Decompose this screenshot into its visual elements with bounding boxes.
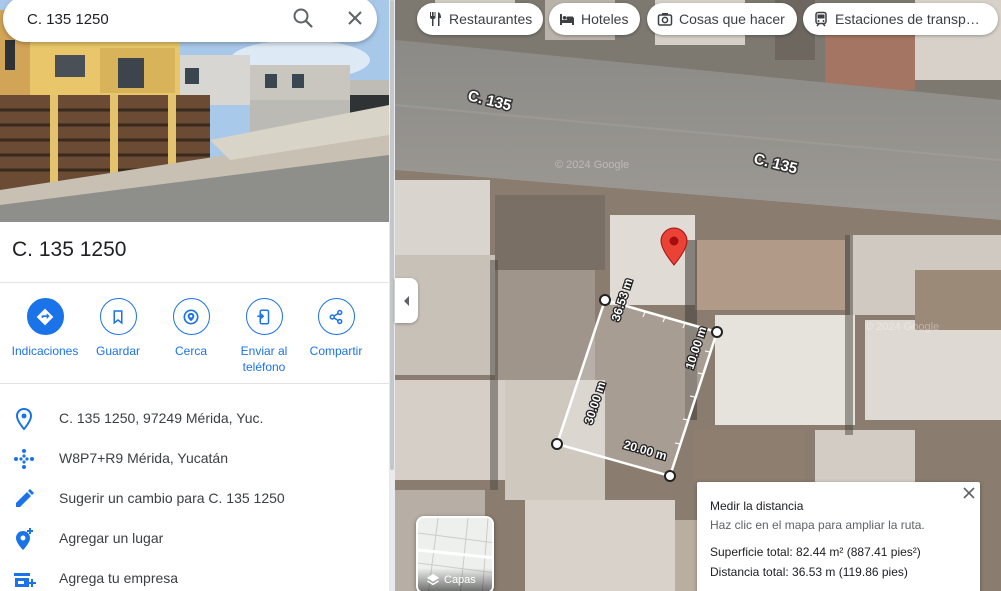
measure-distance-card: Medir la distancia Haz clic en el mapa p… (697, 482, 980, 591)
add-business-text: Agrega tu empresa (59, 570, 179, 586)
divider (0, 383, 389, 384)
add-place-text: Agregar un lugar (59, 530, 164, 546)
share-button[interactable]: Compartir (296, 298, 376, 359)
chip-label: Cosas que hacer (679, 11, 785, 27)
chip-label: Estaciones de transp… (835, 11, 980, 27)
address-text: C. 135 1250, 97249 Mérida, Yuc. (59, 410, 264, 426)
plus-code-text: W8P7+R9 Mérida, Yucatán (59, 450, 229, 466)
chevron-left-icon (403, 295, 409, 306)
measure-vertex[interactable] (551, 438, 563, 450)
search-box (3, 0, 377, 42)
measure-hint: Haz clic en el mapa para ampliar la ruta… (710, 518, 925, 532)
fork-knife-icon (430, 12, 441, 26)
maps-app: C. 135 1250 Indicaciones Guardar Cerca (0, 0, 1001, 591)
chip-label: Hoteles (581, 11, 629, 27)
save-label: Guardar (95, 344, 141, 358)
place-title: C. 135 1250 (12, 238, 127, 261)
measure-distance: Distancia total: 36.53 m (119.86 pies) (710, 565, 908, 579)
layers-label-bar: Capas (418, 568, 492, 591)
bed-icon (560, 14, 574, 25)
measure-vertex[interactable] (711, 326, 723, 338)
address-row[interactable]: C. 135 1250, 97249 Mérida, Yuc. (0, 399, 389, 439)
camera-icon (657, 13, 673, 26)
nearby-icon (172, 298, 210, 335)
chip-restaurants[interactable]: Restaurantes (417, 3, 543, 35)
location-pin-icon (15, 407, 33, 431)
measure-vertex[interactable] (664, 470, 676, 482)
chip-things-to-do[interactable]: Cosas que hacer (647, 3, 797, 35)
measure-title: Medir la distancia (710, 499, 804, 513)
add-place-icon (16, 528, 33, 550)
save-button[interactable]: Guardar (78, 298, 158, 359)
share-label: Compartir (309, 344, 363, 358)
transit-icon (815, 11, 827, 27)
send-to-phone-button[interactable]: Enviar al teléfono (224, 298, 304, 375)
close-icon[interactable] (343, 6, 367, 30)
add-business-row[interactable]: Agrega tu empresa (0, 559, 389, 591)
measure-vertex[interactable] (599, 294, 611, 306)
directions-icon (26, 298, 64, 335)
plus-code-row[interactable]: W8P7+R9 Mérida, Yucatán (0, 439, 389, 479)
layers-icon (426, 573, 440, 586)
chip-hotels[interactable]: Hoteles (549, 3, 640, 35)
pencil-icon (16, 489, 34, 507)
watermark: © 2024 Google (865, 321, 939, 333)
watermark: © 2024 Google (555, 159, 629, 171)
close-icon[interactable] (961, 485, 977, 501)
chip-label: Restaurantes (449, 11, 533, 27)
bookmark-icon (99, 298, 137, 335)
directions-button[interactable]: Indicaciones (5, 298, 85, 359)
add-business-icon (14, 573, 36, 587)
search-input[interactable] (27, 8, 277, 30)
search-icon[interactable] (291, 6, 315, 30)
layers-button[interactable]: Capas (416, 516, 494, 591)
send-to-phone-label: Enviar al teléfono (240, 344, 288, 374)
chip-transit-stations[interactable]: Estaciones de transp… (803, 3, 998, 35)
scrollbar-thumb[interactable] (390, 0, 394, 470)
nearby-button[interactable]: Cerca (151, 298, 231, 359)
collapse-panel-button[interactable] (395, 278, 418, 323)
plus-code-icon (14, 449, 34, 469)
divider (0, 282, 389, 283)
suggest-edit-row[interactable]: Sugerir un cambio para C. 135 1250 (0, 479, 389, 519)
place-panel: C. 135 1250 Indicaciones Guardar Cerca (0, 0, 389, 591)
directions-label: Indicaciones (11, 344, 79, 358)
share-icon (317, 298, 355, 335)
layers-label: Capas (444, 574, 476, 586)
add-place-row[interactable]: Agregar un lugar (0, 519, 389, 559)
measure-area: Superficie total: 82.44 m² (887.41 pies²… (710, 545, 921, 559)
nearby-label: Cerca (174, 344, 207, 358)
phone-icon (245, 298, 283, 335)
suggest-edit-text: Sugerir un cambio para C. 135 1250 (59, 490, 285, 506)
